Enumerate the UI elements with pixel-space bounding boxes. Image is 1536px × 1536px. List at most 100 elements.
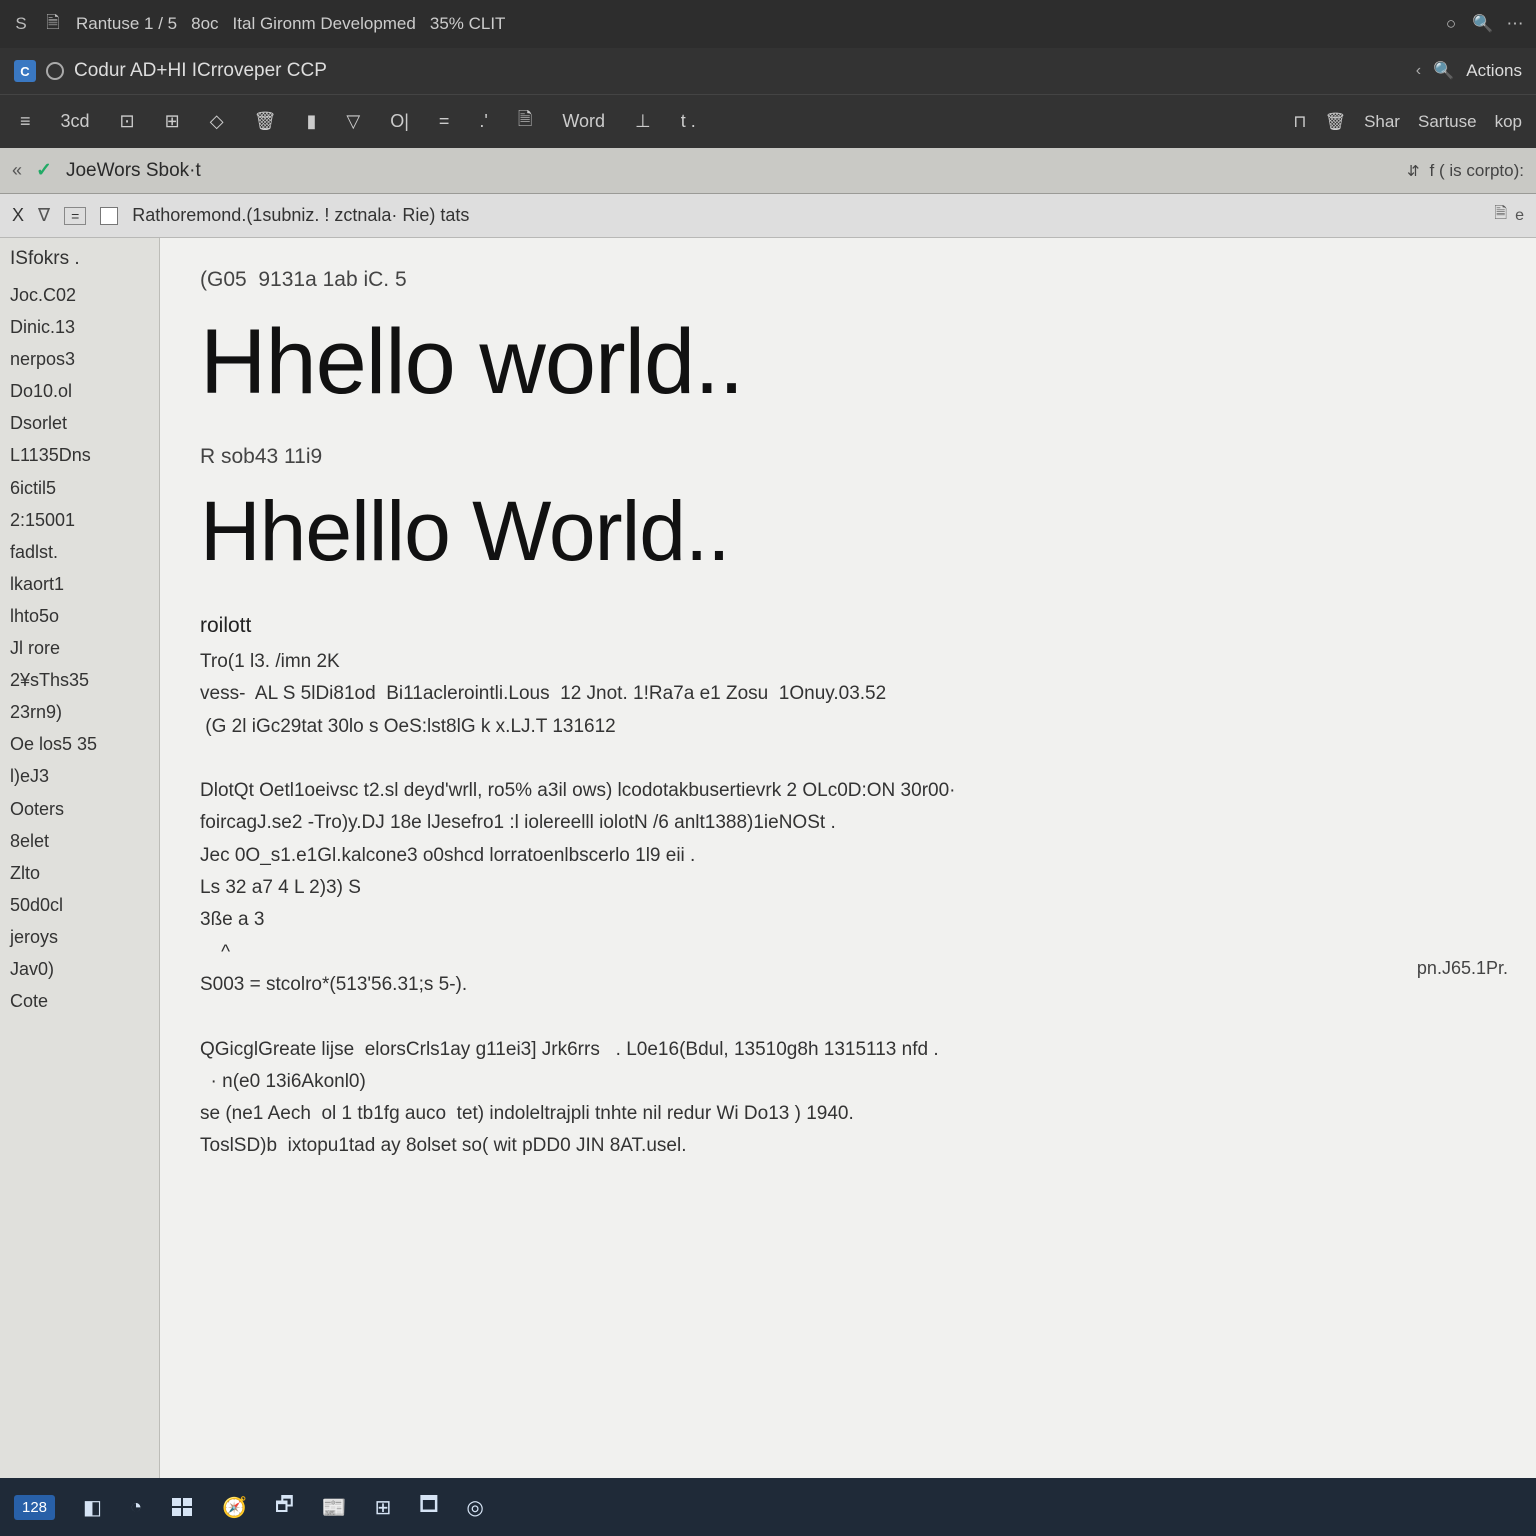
filter-icon[interactable]: ∇ (38, 205, 50, 226)
sidebar-item[interactable]: 6ictil5 (10, 475, 149, 501)
sidebar-item[interactable]: fadlst. (10, 539, 149, 565)
heading-hello-world-1: Hhello world.. (200, 310, 1506, 415)
sidebar-item[interactable]: Cote (10, 988, 149, 1014)
sidebar-item[interactable]: 23rn9) (10, 699, 149, 725)
titlebar-text-3: Ital Gironm Developmed (233, 14, 416, 34)
taskbar-item-1[interactable]: ◧ (83, 1495, 102, 1520)
sidebar[interactable]: ISfokrs . Joc.C02Dinic.13nerpos3 Do10.ol… (0, 238, 160, 1478)
code-line: 3ße a 3 (200, 904, 1506, 936)
search-icon[interactable]: 🔍 (1433, 61, 1454, 81)
sidebar-item[interactable]: Dinic.13 (10, 314, 149, 340)
workspace: ISfokrs . Joc.C02Dinic.13nerpos3 Do10.ol… (0, 238, 1536, 1478)
more-icon[interactable]: ⋯ (1506, 15, 1524, 33)
diamond-icon[interactable]: ◇ (204, 107, 230, 136)
equals-box[interactable]: = (64, 207, 86, 225)
sidebar-item[interactable]: 2¥sThs35 (10, 667, 149, 693)
titlebar-text-2: 8oc (191, 14, 218, 34)
window-titlebar: S 🗎 Rantuse 1 / 5 8oc Ital Gironm Develo… (0, 0, 1536, 48)
sidebar-item[interactable]: Oe los5 35 (10, 731, 149, 757)
circle-icon[interactable]: ○ (1442, 15, 1460, 33)
triangle-down-icon[interactable]: ▽ (340, 107, 366, 136)
file-icon (100, 207, 118, 225)
code-line: se (ne1 Aech ol 1 tb1fg auco tet) indole… (200, 1098, 1506, 1130)
sidebar-item[interactable]: L1135Dns (10, 442, 149, 468)
sidebar-item[interactable]: nerpos3 (10, 346, 149, 372)
titlebar-icon: S (12, 15, 30, 33)
tab-label[interactable]: JoeWors Sbok·t (66, 160, 201, 182)
sidebar-item[interactable]: lkaort1 (10, 571, 149, 597)
main-toolbar: ≡ 3cd ⊡ ⊞ ◇ 🗑 ▮ ▽ O| = .' 🗎 Word ⊥ t . ⊓… (0, 94, 1536, 148)
hamburger-icon[interactable]: ≡ (14, 107, 37, 136)
code-line (200, 1001, 1506, 1033)
toolbar-text-3cd[interactable]: 3cd (55, 107, 96, 136)
taskbar-item-4[interactable]: 🗗 (275, 1490, 294, 1524)
taskbar-item-8[interactable]: ◎ (466, 1495, 483, 1520)
code-line: Jec 0O_s1.e1Gl.kalcone3 o0shcd lorratoen… (200, 840, 1506, 872)
code-line: Tro(1 l3. /imn 2K (200, 646, 1506, 678)
sort-icon[interactable]: ⇵ (1407, 162, 1420, 180)
search-icon[interactable]: 🔍 (1474, 15, 1492, 33)
app-menubar: C Codur AD+HI ICrroveper CCP ‹ 🔍 Actions (0, 48, 1536, 94)
code-line: Ls 32 a7 4 L 2)3) S (200, 872, 1506, 904)
close-icon[interactable]: X (12, 205, 24, 226)
pathbar-right-text: e (1515, 207, 1524, 225)
taskbar-badge[interactable]: 128 (14, 1495, 55, 1520)
sidebar-item[interactable]: 2:15001 (10, 507, 149, 533)
code-line: DlotQt Oetl1oeivsc t2.sl deyd'wrll, ro5%… (200, 775, 1506, 807)
trash-icon-2[interactable]: 🗑 (1324, 112, 1346, 132)
sidebar-item[interactable]: Dsorlet (10, 410, 149, 436)
sidebar-item[interactable]: Jl rore (10, 635, 149, 661)
doc-icon: 🗎 (44, 15, 62, 33)
code-line: ^ (200, 937, 1506, 969)
equals-icon[interactable]: = (433, 107, 456, 136)
toolbar-text-dot[interactable]: .' (473, 107, 493, 136)
chevron-left-icon[interactable]: ‹ (1416, 62, 1421, 80)
check-icon: ✓ (36, 159, 52, 182)
perp-icon[interactable]: ⊥ (629, 107, 657, 136)
code-line: (G 2l iGc29tat 30lo s OeS:lst8lG k x.LJ.… (200, 711, 1506, 743)
toolbar-word-label[interactable]: Word (556, 107, 611, 136)
section-head: roilott (200, 614, 1506, 638)
sidebar-item[interactable]: Zlto (10, 860, 149, 886)
code-line: QGicglGreate lijse elorsCrls1ay g11ei3] … (200, 1034, 1506, 1066)
sidebar-item[interactable]: lhto5o (10, 603, 149, 629)
bar-icon[interactable]: ▮ (300, 107, 322, 136)
editor-pane[interactable]: (G05 9131a 1ab iC. 5 Hhello world.. R so… (160, 238, 1536, 1478)
taskbar-item-7[interactable]: 🗖 (419, 1490, 438, 1524)
kop-button[interactable]: kop (1495, 112, 1522, 132)
page-icon[interactable]: 🗎 (512, 103, 538, 141)
sidebar-item[interactable]: 8elet (10, 828, 149, 854)
app-logo-icon: C (14, 60, 36, 82)
taskbar-item-5[interactable]: 📰 (322, 1495, 347, 1520)
layout-icon-2[interactable]: ⊞ (159, 107, 186, 136)
sidebar-item[interactable]: l)eJ3 (10, 763, 149, 789)
layout-icon-1[interactable]: ⊡ (114, 107, 141, 136)
sidebar-item[interactable]: Joc.C02 (10, 282, 149, 308)
windows-start-icon[interactable] (170, 1495, 194, 1519)
taskbar-item-6[interactable]: ⊞ (375, 1495, 392, 1520)
heading-hello-world-2: Hhelllo World.. (200, 483, 1506, 580)
share-button[interactable]: Shar (1364, 112, 1400, 132)
tab-strip: « ✓ JoeWors Sbok·t ⇵ f ( is corpto): (0, 148, 1536, 194)
toolbar-t-label[interactable]: t . (675, 107, 702, 136)
code-line: foircagJ.se2 -Tro)y.DJ 18e lJesefro1 :l … (200, 807, 1506, 839)
trash-icon[interactable]: 🗑 (248, 107, 283, 136)
chevron-double-left-icon[interactable]: « (12, 160, 22, 181)
sartuse-button[interactable]: Sartuse (1418, 112, 1477, 132)
breadcrumb-bar: X ∇ = Rathoremond.(1subniz. ! zctnala· R… (0, 194, 1536, 238)
sidebar-item[interactable]: 50d0cl (10, 892, 149, 918)
sidebar-item[interactable]: Jav0) (10, 956, 149, 982)
sidebar-item[interactable]: jeroys (10, 924, 149, 950)
taskbar-item-3[interactable]: 🧭 (222, 1495, 247, 1520)
toolbar-text-ol[interactable]: O| (384, 107, 415, 136)
sidebar-item[interactable]: Do10.ol (10, 378, 149, 404)
code-comment-1: (G05 9131a 1ab iC. 5 (200, 268, 1506, 292)
os-taskbar: 128 ◧ ◔ 🧭 🗗 📰 ⊞ 🗖 ◎ (0, 1478, 1536, 1536)
box-icon[interactable]: ⊓ (1293, 112, 1306, 132)
titlebar-text-4: 35% CLIT (430, 14, 506, 34)
actions-label[interactable]: Actions (1466, 61, 1522, 81)
sidebar-item[interactable]: Ooters (10, 796, 149, 822)
page-icon[interactable]: 🗎 (1494, 202, 1507, 229)
taskbar-item-2[interactable]: ◔ (130, 1496, 142, 1519)
breadcrumb-text: Rathoremond.(1subniz. ! zctnala· Rie) ta… (132, 205, 469, 226)
